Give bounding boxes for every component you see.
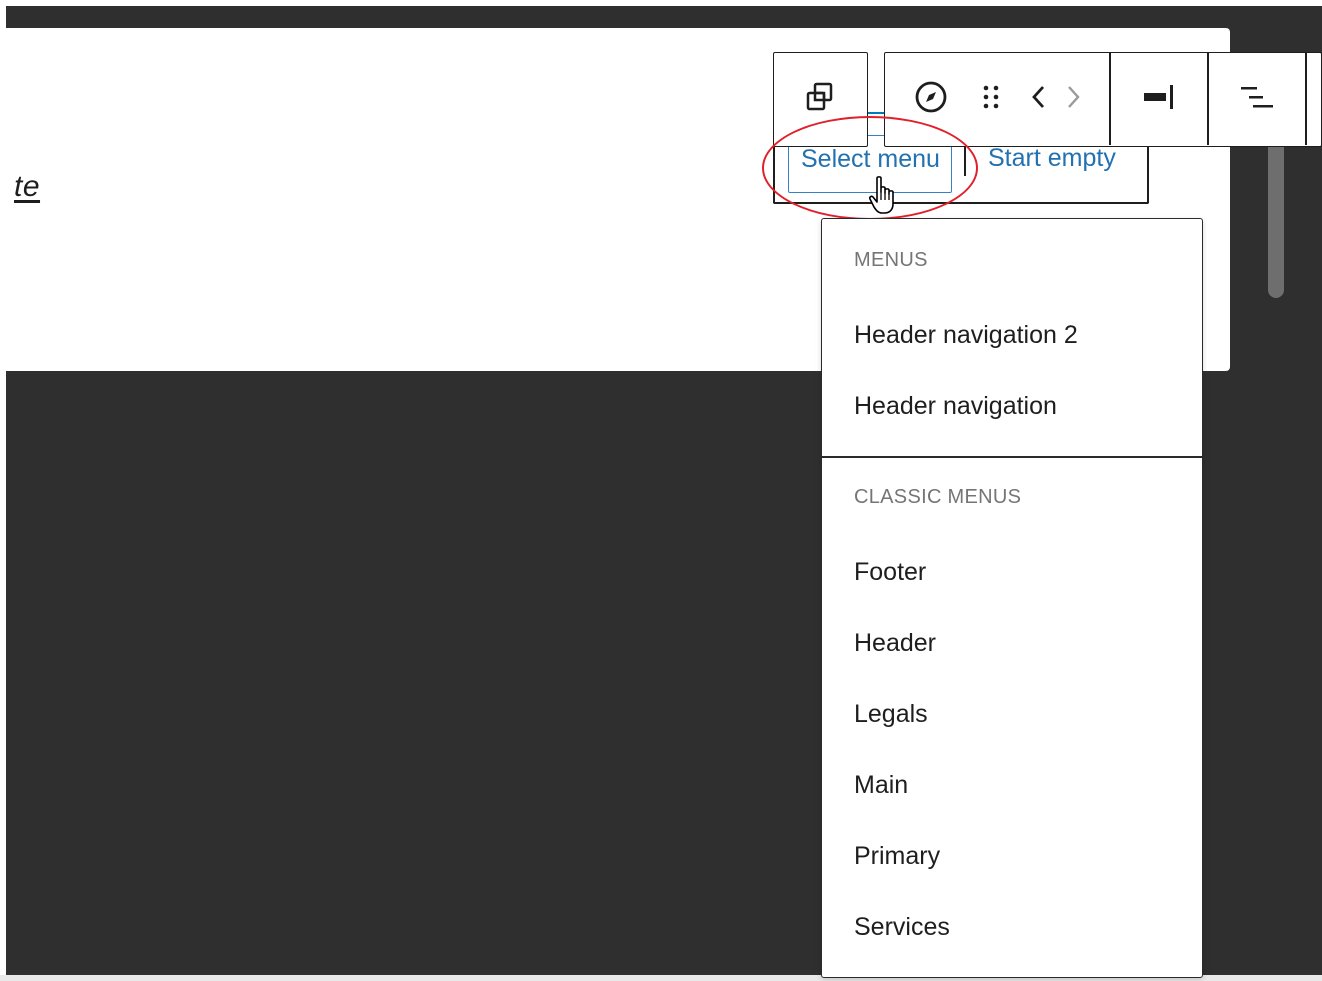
menu-item[interactable]: Header — [854, 629, 936, 658]
move-right-button[interactable] — [1057, 53, 1089, 145]
duplicate-button[interactable] — [774, 53, 866, 145]
drag-handle-icon — [980, 82, 1002, 117]
menu-item[interactable]: Header navigation — [854, 392, 1057, 421]
menu-item[interactable]: Services — [854, 913, 950, 942]
dropdown-divider — [822, 456, 1202, 458]
group-title-classic-menus: CLASSIC MENUS — [854, 486, 1022, 508]
start-empty-button[interactable]: Start empty — [988, 144, 1116, 173]
placeholder-divider — [964, 146, 966, 176]
toolbar-group-parent — [773, 52, 868, 147]
move-left-button[interactable] — [1023, 53, 1055, 145]
align-text-icon — [1239, 82, 1275, 117]
compass-icon — [914, 80, 948, 119]
menu-item[interactable]: Legals — [854, 700, 928, 729]
menu-item[interactable]: Footer — [854, 558, 926, 587]
justify-right-icon — [1141, 82, 1177, 117]
menu-item[interactable]: Main — [854, 771, 908, 800]
text-alignment-button[interactable] — [1209, 53, 1305, 145]
navigation-block-button[interactable] — [899, 53, 963, 145]
menu-dropdown: MENUS Header navigation 2 Header navigat… — [821, 218, 1203, 978]
group-title-menus: MENUS — [854, 249, 928, 271]
toolbar-divider — [1305, 53, 1307, 145]
menu-item[interactable]: Header navigation 2 — [854, 321, 1078, 350]
chevron-left-icon — [1029, 82, 1049, 117]
duplicate-icon — [805, 81, 835, 118]
chevron-right-icon — [1063, 82, 1083, 117]
block-toolbar — [884, 52, 1322, 147]
justification-button[interactable] — [1111, 53, 1207, 145]
partial-link-text[interactable]: te — [14, 170, 40, 204]
menu-item[interactable]: Primary — [854, 842, 940, 871]
drag-handle-button[interactable] — [969, 53, 1013, 145]
